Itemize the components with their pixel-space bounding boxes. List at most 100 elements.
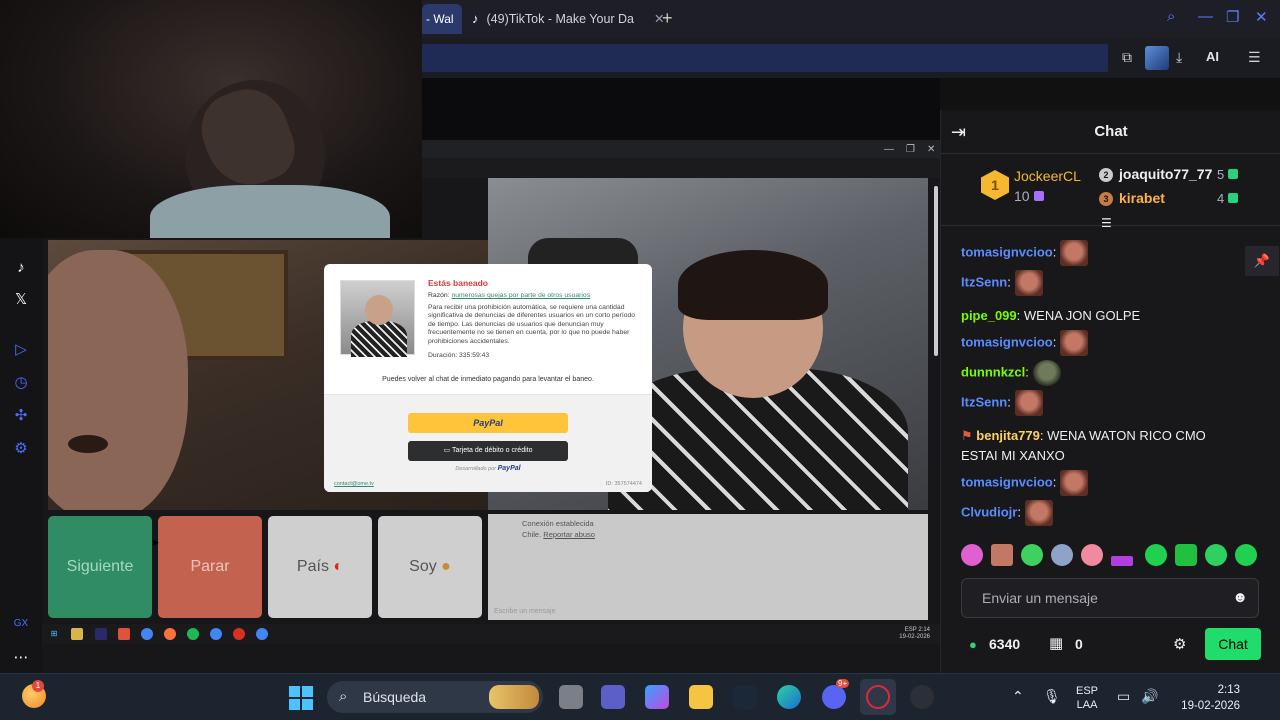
inner-chrome3-icon xyxy=(233,628,245,640)
emote xyxy=(1014,270,1043,296)
rank-3-name[interactable]: kirabet xyxy=(1119,190,1165,206)
new-tab-button[interactable]: + xyxy=(662,8,678,30)
chat-footer: ● 6340 ▦ 0 ⚙ Chat xyxy=(941,626,1280,662)
drops-count[interactable]: 0 xyxy=(1075,636,1083,652)
start-icon[interactable] xyxy=(289,686,313,710)
volume-icon[interactable]: 🔊 xyxy=(1141,688,1158,705)
emote-option[interactable] xyxy=(1175,544,1197,566)
emote xyxy=(1060,240,1089,266)
tray-overflow-icon[interactable]: ⌃ xyxy=(1012,688,1024,705)
paypal-button[interactable]: PayPal xyxy=(408,413,568,433)
rank-2-name[interactable]: joaquito77_77 xyxy=(1119,166,1212,182)
unban-text: Puedes volver al chat de inmediato pagan… xyxy=(382,376,594,383)
inner-date: 19-02-2026 xyxy=(899,634,930,640)
emote-option[interactable] xyxy=(1235,544,1257,566)
gift-icon xyxy=(1228,193,1239,203)
inner-address-row xyxy=(422,158,940,178)
microphone-icon[interactable]: 🎙 xyxy=(1043,688,1061,705)
download-icon[interactable]: ⤓ xyxy=(1176,49,1182,66)
discord-icon[interactable] xyxy=(822,685,846,709)
menu-icon[interactable]: ☰ xyxy=(1248,49,1261,66)
search-highlight-image xyxy=(489,685,539,709)
report-link[interactable]: Reportar abuso xyxy=(543,530,595,539)
close-window-icon[interactable]: ✕ xyxy=(1255,8,1268,26)
payment-section: PayPal ▭ Tarjeta de débito o crédito Des… xyxy=(324,394,652,492)
obs-icon[interactable] xyxy=(910,685,934,709)
opera-gx-icon[interactable] xyxy=(866,685,890,709)
emote xyxy=(1024,500,1053,526)
minimize-icon[interactable]: — xyxy=(1198,8,1213,25)
inner-taskbar: ⊞ ESP 2:14 19-02-2026 xyxy=(42,624,940,644)
system-clock[interactable]: 2:13 19-02-2026 xyxy=(1181,682,1240,714)
gift-icon xyxy=(1033,191,1044,201)
profile-avatar[interactable] xyxy=(1145,46,1169,70)
next-button[interactable]: Siguiente xyxy=(48,516,152,618)
scrollbar[interactable] xyxy=(934,186,938,356)
emote-option[interactable] xyxy=(991,544,1013,566)
mouse-cursor-icon: ➤ xyxy=(151,538,160,549)
contact-link[interactable]: contact@ome.tv xyxy=(334,481,374,487)
chat-message: dunnnkzcl: xyxy=(961,360,1061,386)
emote-option[interactable] xyxy=(1111,556,1133,566)
teams-icon[interactable] xyxy=(601,685,625,709)
inner-explorer-icon xyxy=(71,628,83,640)
chat-title: Chat xyxy=(1094,123,1128,140)
streamer-hair xyxy=(678,250,828,320)
steam-icon[interactable] xyxy=(733,685,757,709)
player-top-band xyxy=(422,78,940,140)
emote-bar xyxy=(961,544,1280,570)
x-icon[interactable]: 𝕏 xyxy=(11,290,31,310)
inner-time: 2:14 xyxy=(918,627,930,633)
pin-icon[interactable]: 📌 xyxy=(1245,246,1279,276)
emote-option[interactable] xyxy=(1051,544,1073,566)
card-button[interactable]: ▭ Tarjeta de débito o crédito xyxy=(408,441,568,461)
stop-button[interactable]: Parar xyxy=(158,516,262,618)
emote-option[interactable] xyxy=(1021,544,1043,566)
taskbar-search[interactable]: ⌕ Búsqueda xyxy=(327,681,543,713)
ai-button[interactable]: AI xyxy=(1206,49,1219,64)
maximize-icon[interactable]: ❐ xyxy=(1226,8,1239,26)
emote-option[interactable] xyxy=(961,544,983,566)
play-circle-icon[interactable]: ▷ xyxy=(11,340,31,360)
country-button[interactable]: País ◐ xyxy=(268,516,372,618)
ban-modal: Estás baneado Razón: numerosas quejas po… xyxy=(324,264,652,492)
network-icon[interactable]: ▭ xyxy=(1117,688,1130,705)
emoji-picker-icon[interactable]: ☻ xyxy=(1232,579,1248,617)
rank-1-name[interactable]: JockeerCL xyxy=(1014,168,1081,184)
channel-points[interactable]: 6340 xyxy=(989,636,1020,652)
address-field[interactable] xyxy=(422,44,1108,72)
extensions-icon[interactable]: ⧉ xyxy=(1122,49,1132,66)
chat-settings-icon[interactable]: ⚙ xyxy=(1173,635,1186,653)
settings-icon[interactable]: ⚙ xyxy=(11,439,31,459)
copilot-icon[interactable] xyxy=(645,685,669,709)
omegle-message-input[interactable]: Escribe un mensaje xyxy=(494,608,555,615)
task-view-icon[interactable] xyxy=(559,685,583,709)
chile-flag-icon: ◐ xyxy=(333,558,344,575)
chat-input-placeholder: Enviar un mensaje xyxy=(982,590,1098,606)
extension-icon[interactable]: ✣ xyxy=(11,406,31,426)
more-icon[interactable]: ⋯ xyxy=(11,648,31,668)
gender-button[interactable]: Soy ● xyxy=(378,516,482,618)
ban-photo xyxy=(340,280,415,357)
chat-input[interactable]: Enviar un mensaje ☻ xyxy=(961,578,1259,618)
active-tab[interactable]: - Wal xyxy=(422,4,462,34)
edge-icon[interactable] xyxy=(777,685,801,709)
emote-option[interactable] xyxy=(1205,544,1227,566)
emote-option[interactable] xyxy=(1145,544,1167,566)
tiktok-icon[interactable]: ♪ xyxy=(11,258,31,278)
gx-icon[interactable]: GX xyxy=(11,614,31,634)
ban-reason-link[interactable]: numerosas quejas por parte de otros usua… xyxy=(451,292,590,299)
ban-title: Estás baneado xyxy=(428,278,488,288)
language-indicator[interactable]: ESP LAA xyxy=(1076,684,1098,712)
search-tabs-icon[interactable]: ⌕ xyxy=(1167,8,1175,25)
emote-option[interactable] xyxy=(1081,544,1103,566)
chat-send-button[interactable]: Chat xyxy=(1205,628,1261,660)
history-icon[interactable]: ◷ xyxy=(11,373,31,393)
chat-message: Clvudiojr: xyxy=(961,500,1053,526)
ban-description: Para recibir una prohibición automática,… xyxy=(428,304,636,345)
country-label: País xyxy=(296,558,329,575)
chat-message: tomasignvcioo: xyxy=(961,240,1089,266)
chat-message: ItzSenn: xyxy=(961,390,1043,416)
file-explorer-icon[interactable] xyxy=(689,685,713,709)
tab-tiktok[interactable]: ♪ (49)TikTok - Make Your Da ✕ xyxy=(472,6,665,32)
